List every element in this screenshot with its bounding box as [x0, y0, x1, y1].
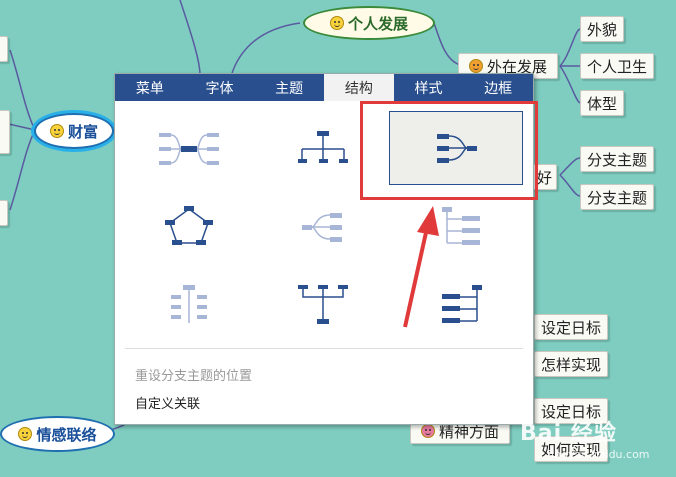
- watermark: Bai 经验: [520, 421, 617, 446]
- vertical-tree-icon: [171, 285, 207, 323]
- node-appearance[interactable]: 外貌: [580, 16, 625, 42]
- tab-menu[interactable]: 菜单: [115, 74, 185, 101]
- circle-structure-icon: [165, 206, 213, 245]
- tab-topic[interactable]: 主题: [254, 74, 324, 101]
- node-branch-topic[interactable]: 分支主题: [580, 184, 655, 210]
- node-left-partial[interactable]: [0, 36, 8, 62]
- node-label: 个人卫生: [587, 57, 648, 76]
- custom-relation-item[interactable]: 自定义关联: [135, 393, 200, 412]
- node-branch-topic[interactable]: 分支主题: [580, 146, 655, 172]
- node-label: 个人发展: [347, 14, 408, 33]
- smiley-icon: [329, 16, 344, 30]
- smiley-icon: [420, 424, 435, 438]
- node-wealth[interactable]: 财富: [34, 113, 114, 149]
- node-label: 怎样实现: [541, 355, 602, 374]
- node-label: 财富: [67, 122, 98, 141]
- smiley-icon: [18, 427, 33, 441]
- structure-option-circle[interactable]: [139, 192, 239, 262]
- annotation-highlight-box: [360, 101, 538, 200]
- node-hygiene[interactable]: 个人卫生: [580, 53, 655, 79]
- map-structure-icon: [159, 133, 219, 165]
- node-figure[interactable]: 体型: [580, 90, 625, 116]
- node-emotion[interactable]: 情感联络: [0, 416, 115, 452]
- structure-option-tree-down[interactable]: [273, 270, 373, 340]
- annotation-arrow-icon: [403, 206, 439, 328]
- node-label: 体型: [587, 94, 618, 113]
- node-left-partial[interactable]: [0, 200, 8, 226]
- node-set-goal[interactable]: 设定日标: [534, 314, 609, 340]
- node-label: 情感联络: [36, 425, 97, 444]
- reset-branch-position-item[interactable]: 重设分支主题的位置: [135, 365, 252, 384]
- structure-option-map[interactable]: [139, 114, 239, 184]
- node-label: 分支主题: [587, 150, 648, 169]
- panel-tab-bar: 菜单 字体 主题 结构 样式 边框: [115, 74, 533, 101]
- structure-option-fishbone-v[interactable]: [139, 270, 239, 340]
- timeline-icon: [442, 285, 482, 323]
- smiley-icon: [49, 124, 64, 138]
- panel-divider: [125, 348, 523, 349]
- tree-down-icon: [298, 285, 348, 324]
- tab-border[interactable]: 边框: [463, 74, 533, 101]
- tree-right-icon: [442, 207, 480, 245]
- node-how-to-achieve[interactable]: 怎样实现: [534, 351, 609, 377]
- smiley-icon: [468, 59, 483, 73]
- left-logic-icon: [302, 213, 342, 242]
- node-label: 分支主题: [587, 188, 648, 207]
- org-chart-icon: [298, 131, 348, 163]
- watermark-url: jingyan.baidu.com: [548, 448, 650, 461]
- node-label: 设定日标: [541, 318, 602, 337]
- tab-style[interactable]: 样式: [394, 74, 464, 101]
- structure-option-org-chart[interactable]: [273, 114, 373, 184]
- node-label: 好: [537, 168, 553, 187]
- node-personal-development[interactable]: 个人发展: [303, 6, 435, 40]
- node-left-partial[interactable]: [0, 110, 10, 154]
- node-label: 外貌: [587, 20, 618, 39]
- structure-option-left-logic[interactable]: [273, 192, 373, 262]
- tab-font[interactable]: 字体: [185, 74, 255, 101]
- tab-structure[interactable]: 结构: [324, 74, 394, 101]
